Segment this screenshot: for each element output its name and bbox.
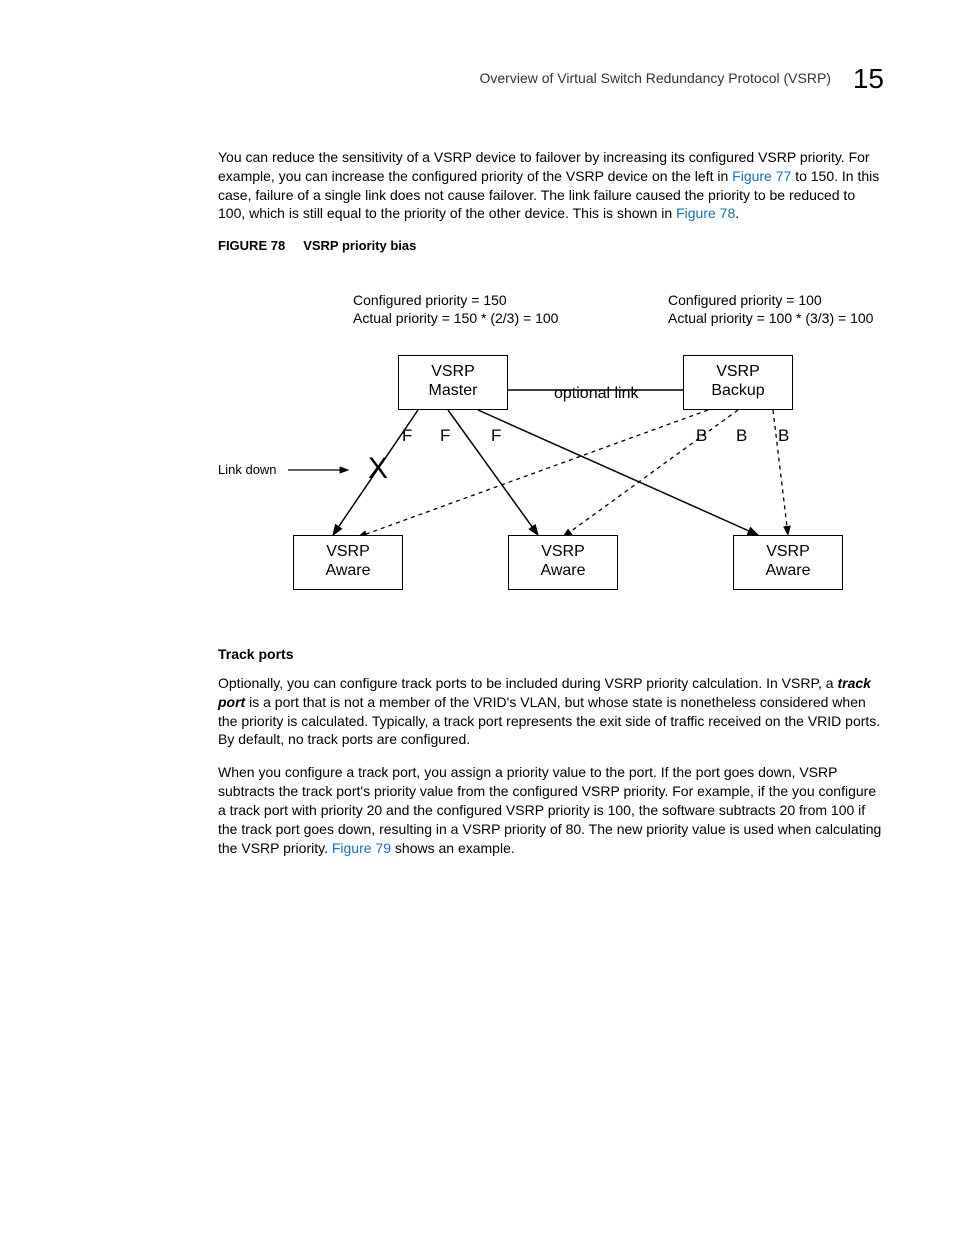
figure-77-link[interactable]: Figure 77	[732, 168, 791, 184]
header-title: Overview of Virtual Switch Redundancy Pr…	[480, 69, 831, 88]
vsrp-diagram: Configured priority = 150 Actual priorit…	[218, 275, 884, 625]
track-ports-para2: When you configure a track port, you ass…	[218, 763, 884, 857]
vsrp-aware-box-3: VSRP Aware	[733, 535, 843, 590]
b-label-2: B	[736, 425, 747, 448]
vsrp-aware-box-1: VSRP Aware	[293, 535, 403, 590]
vsrp-master-box: VSRP Master	[398, 355, 508, 410]
f-label-3: F	[491, 425, 501, 448]
b-label-1: B	[696, 425, 707, 448]
box-line2: Aware	[765, 562, 810, 579]
text: shows an example.	[391, 840, 515, 856]
text: When you configure a track port, you ass…	[218, 764, 881, 856]
figure-79-link[interactable]: Figure 79	[332, 840, 391, 856]
link-down-label: Link down	[218, 461, 277, 479]
left-config-label: Configured priority = 150	[353, 291, 507, 310]
box-line1: VSRP	[766, 543, 810, 560]
text: is a port that is not a member of the VR…	[218, 694, 880, 748]
optional-link-label: optional link	[554, 383, 639, 405]
box-line1: VSRP	[431, 363, 475, 380]
text: Optionally, you can configure track port…	[218, 675, 837, 691]
vsrp-aware-box-2: VSRP Aware	[508, 535, 618, 590]
right-actual-label: Actual priority = 100 * (3/3) = 100	[668, 309, 873, 328]
intro-paragraph: You can reduce the sensitivity of a VSRP…	[218, 148, 884, 224]
text: .	[735, 205, 739, 221]
figure-title: VSRP priority bias	[303, 238, 416, 253]
x-mark: X	[368, 449, 388, 490]
box-line1: VSRP	[541, 543, 585, 560]
f-label-2: F	[440, 425, 450, 448]
box-line1: VSRP	[716, 363, 760, 380]
figure-78-link[interactable]: Figure 78	[676, 205, 735, 221]
left-actual-label: Actual priority = 150 * (2/3) = 100	[353, 309, 558, 328]
track-ports-heading: Track ports	[218, 645, 884, 664]
box-line2: Aware	[325, 562, 370, 579]
box-line2: Aware	[540, 562, 585, 579]
box-line1: VSRP	[326, 543, 370, 560]
figure-caption: FIGURE 78 VSRP priority bias	[218, 237, 884, 255]
b-label-3: B	[778, 425, 789, 448]
chapter-number: 15	[853, 60, 884, 98]
f-label-1: F	[402, 425, 412, 448]
box-line2: Backup	[711, 382, 764, 399]
track-ports-para1: Optionally, you can configure track port…	[218, 674, 884, 750]
vsrp-backup-box: VSRP Backup	[683, 355, 793, 410]
right-config-label: Configured priority = 100	[668, 291, 822, 310]
page-header: Overview of Virtual Switch Redundancy Pr…	[70, 60, 884, 98]
body-content: You can reduce the sensitivity of a VSRP…	[218, 148, 884, 858]
figure-number: FIGURE 78	[218, 238, 285, 253]
box-line2: Master	[429, 382, 478, 399]
